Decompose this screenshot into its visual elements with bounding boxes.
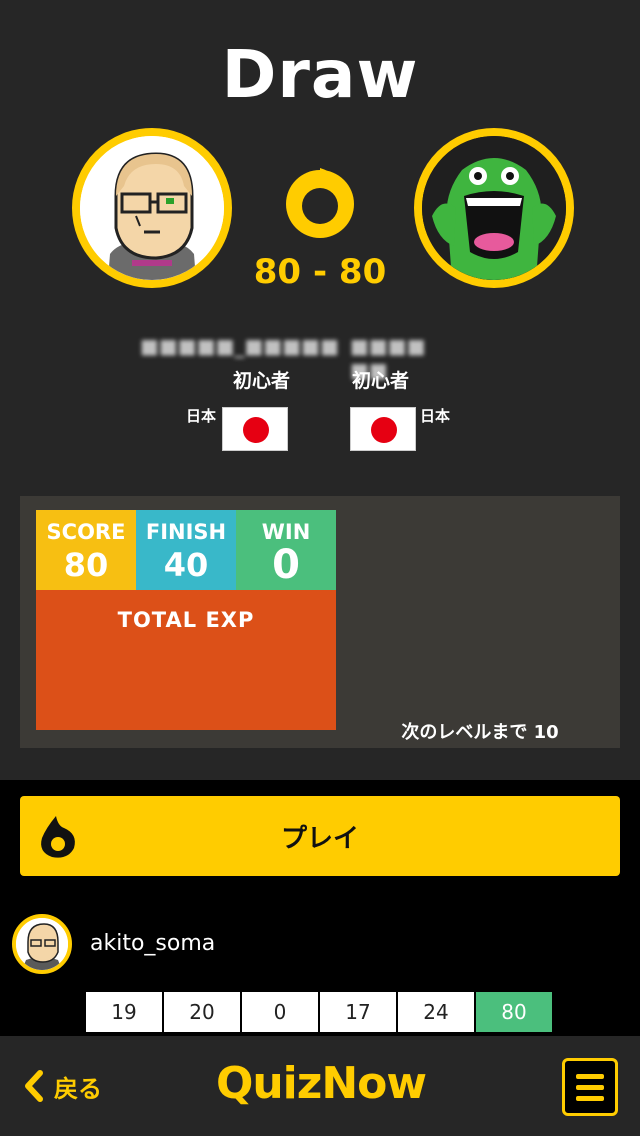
result-title: Draw [221, 36, 419, 113]
player-left-name: ■■■■■_■■■■■ [140, 334, 339, 358]
history-cell: 20 [164, 992, 240, 1032]
player-left-country: 日本 [185, 407, 216, 425]
total-exp-box: TOTAL EXP [36, 590, 336, 730]
history-cell: 19 [86, 992, 162, 1032]
green-monster-portrait-icon [422, 136, 566, 280]
player-left-rank: 初心者 [232, 370, 290, 392]
score-separator: - [312, 252, 328, 292]
history-cell: 24 [398, 992, 474, 1032]
menu-bar-icon [576, 1074, 604, 1079]
stats-panel: SCORE 80 FINISH 40 WIN 0 TOTAL EXP 次のレベル… [20, 496, 620, 748]
japan-flag-icon [350, 407, 416, 451]
next-level-text: 次のレベルまで 10 [401, 722, 559, 743]
history-cell: 17 [320, 992, 396, 1032]
player-right-name: ■■■■ ■■ [350, 334, 426, 382]
match-score: 80 - 80 [240, 252, 400, 292]
player-left-avatar[interactable] [72, 128, 232, 288]
player-right-avatar[interactable] [414, 128, 574, 288]
total-exp-label: TOTAL EXP [117, 608, 255, 632]
user-avatar[interactable] [12, 914, 72, 974]
score-history: 19 20 0 17 24 80 [86, 992, 552, 1032]
menu-bar-icon [576, 1096, 604, 1101]
finish-stat: FINISH 40 [136, 510, 236, 590]
score-right: 80 [338, 252, 387, 292]
player-right-country: 日本 [420, 407, 451, 425]
score-stat: SCORE 80 [36, 510, 136, 590]
score-stat-label: SCORE [46, 520, 126, 544]
user-portrait-icon [16, 918, 68, 970]
score-left: 80 [253, 252, 302, 292]
back-button-label: 戻る [54, 1074, 102, 1103]
quiznow-drop-logo-icon [286, 168, 354, 238]
username: akito_soma [90, 931, 216, 956]
win-stat-label: WIN [261, 520, 311, 544]
player-right-rank: 初心者 [352, 370, 410, 392]
play-button-label: プレイ [280, 824, 359, 854]
back-button[interactable]: 戻る [22, 1066, 102, 1106]
japan-flag-icon [222, 407, 288, 451]
win-stat: WIN 0 [236, 510, 336, 590]
hamburger-menu-button[interactable] [562, 1058, 618, 1116]
history-cell-latest: 80 [476, 992, 552, 1032]
play-button[interactable]: プレイ [20, 796, 620, 876]
win-stat-value: 0 [272, 542, 300, 588]
finish-stat-value: 40 [163, 546, 209, 584]
score-stat-value: 80 [63, 546, 109, 584]
bottom-nav-bar: 戻る QuizNow [0, 1036, 640, 1136]
menu-bar-icon [576, 1085, 604, 1090]
finish-stat-label: FINISH [145, 520, 227, 544]
quiznow-logo: QuizNow [215, 1058, 427, 1109]
player-left-portrait-icon [80, 136, 224, 280]
chevron-left-icon [25, 1070, 43, 1102]
history-cell: 0 [242, 992, 318, 1032]
